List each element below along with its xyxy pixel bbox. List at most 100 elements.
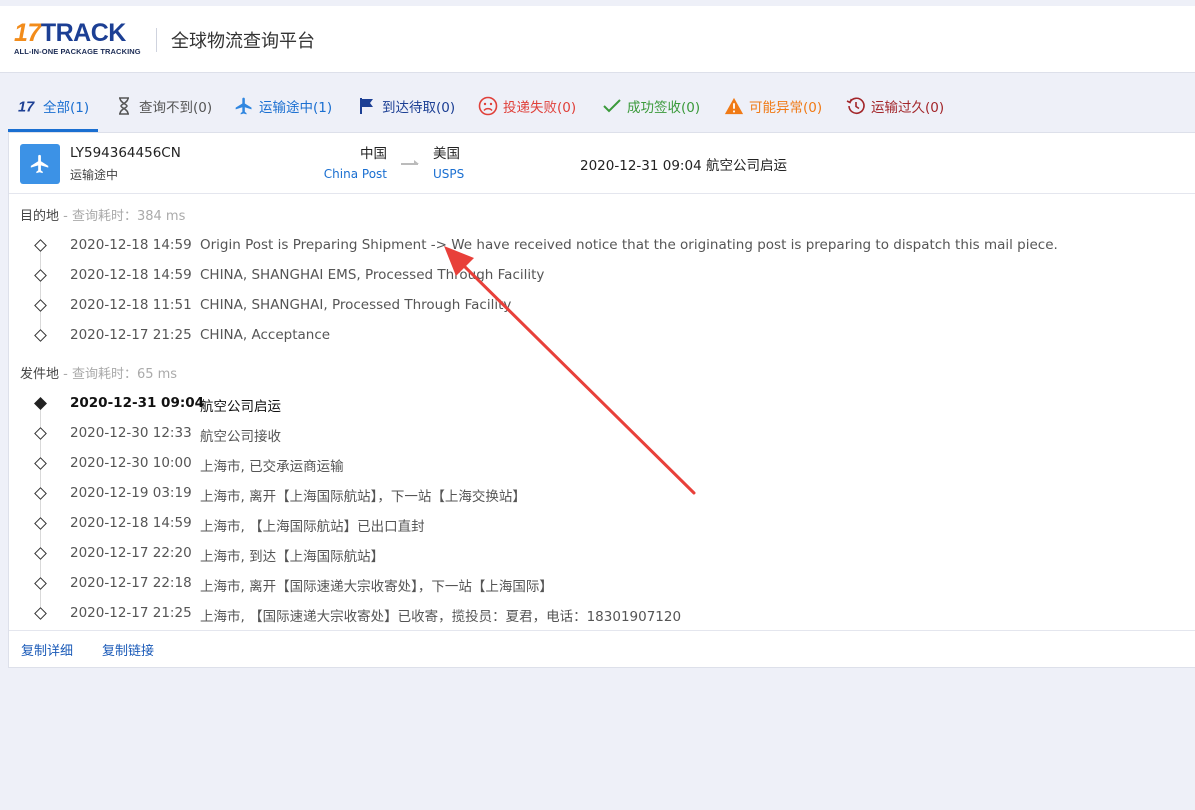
destination-section-label: 目的地 - 查询耗时：384 ms [20,205,185,224]
tab-label: 查询不到(0) [139,100,213,116]
timeline-dot-icon [34,517,47,530]
origin-section-label: 发件地 - 查询耗时：65 ms [20,363,177,382]
top-header: 17TRACK ALL-IN-ONE PACKAGE TRACKING 全球物流… [0,6,1195,73]
route-arrow-icon [401,155,421,169]
section-title: 目的地 [20,209,60,224]
tab-not-found[interactable]: 查询不到(0) [114,80,212,132]
logo-17: 17 [14,19,41,47]
checkmark-icon [602,96,622,116]
event-time: 2020-12-30 12:33 [70,425,192,441]
timeline-dot-icon [34,329,47,342]
page-title: 全球物流查询平台 [171,31,315,52]
tab-label: 全部(1) [43,100,90,116]
timeline-event: 2020-12-17 21:25 上海市, 【国际速递大宗收寄处】已收寄，揽投员：… [9,599,1195,629]
17track-logo[interactable]: 17TRACK ALL-IN-ONE PACKAGE TRACKING [14,20,144,60]
flag-icon [357,96,377,116]
origin-carrier-link[interactable]: China Post [323,166,387,182]
timeline-event: 2020-12-18 11:51 CHINA, SHANGHAI, Process… [9,291,1195,321]
timeline-dot-icon [34,239,47,252]
event-time: 2020-12-18 14:59 [70,267,192,283]
event-description: 上海市, 离开【国际速递大宗收寄处】，下一站【上海国际】 [200,579,553,595]
timeline-dot-icon [34,299,47,312]
hourglass-icon [114,96,134,116]
tracking-card: LY594364456CN 运输途中 中国 China Post 美国 USPS… [8,132,1195,668]
tab-label: 投递失败(0) [503,100,577,116]
event-description: 上海市, 【上海国际航站】已出口直封 [200,519,425,535]
tab-exception[interactable]: 可能异常(0) [724,80,822,132]
event-time: 2020-12-18 11:51 [70,297,192,313]
timeline-dot-icon [34,427,47,440]
tab-delivered[interactable]: 成功签收(0) [602,80,700,132]
tab-label: 运输途中(1) [259,100,333,116]
latest-event: 2020-12-31 09:04 航空公司启运 [580,158,787,174]
event-description: CHINA, SHANGHAI EMS, Processed Through F… [200,267,545,283]
tab-all[interactable]: 17 全部(1) [18,80,89,132]
tracking-number[interactable]: LY594364456CN [70,145,181,161]
copy-link-link[interactable]: 复制链接 [102,640,154,659]
timeline-event: 2020-12-30 12:33 航空公司接收 [9,419,1195,449]
tab-pickup[interactable]: 到达待取(0) [357,80,455,132]
timeline-dot-icon [34,487,47,500]
timeline-dot-icon [34,457,47,470]
sad-face-icon [478,96,498,116]
tab-failed[interactable]: 投递失败(0) [478,80,576,132]
event-time: 2020-12-17 22:20 [70,545,192,561]
timeline-event: 2020-12-18 14:59 上海市, 【上海国际航站】已出口直封 [9,509,1195,539]
event-time: 2020-12-31 09:04 [70,395,205,411]
origin-country: 中国 [360,146,387,162]
event-description: Origin Post is Preparing Shipment -> We … [200,237,1058,253]
shipment-status: 运输途中 [70,168,119,182]
tab-expired[interactable]: 运输过久(0) [846,80,944,132]
destination-carrier-link[interactable]: USPS [433,166,513,182]
destination-country: 美国 [433,146,460,162]
timeline-event: 2020-12-17 22:20 上海市, 到达【上海国际航站】 [9,539,1195,569]
17track-logo-icon: 17 [18,96,38,116]
event-time: 2020-12-18 14:59 [70,237,192,253]
warning-icon [724,96,744,116]
timeline-dot-icon [34,577,47,590]
timeline-event: 2020-12-19 03:19 上海市, 离开【上海国际航站】，下一站【上海交换… [9,479,1195,509]
query-time: - 查询耗时：384 ms [59,209,186,224]
section-title: 发件地 [20,367,60,382]
event-time: 2020-12-19 03:19 [70,485,192,501]
event-description: 上海市, 已交承运商运输 [200,459,344,475]
tab-label: 成功签收(0) [627,100,701,116]
event-time: 2020-12-17 21:25 [70,327,192,343]
timeline-event: 2020-12-31 09:04 航空公司启运 [9,389,1195,419]
event-description: CHINA, Acceptance [200,327,331,343]
tab-label: 到达待取(0) [382,100,456,116]
logo-track: TRACK [40,19,127,47]
query-time: - 查询耗时：65 ms [59,367,178,382]
copy-details-link[interactable]: 复制详细 [21,640,73,659]
event-time: 2020-12-18 14:59 [70,515,192,531]
event-description: CHINA, SHANGHAI, Processed Through Facil… [200,297,512,313]
timeline-dot-icon [34,607,47,620]
tab-in-transit[interactable]: 运输途中(1) [234,80,332,132]
event-time: 2020-12-30 10:00 [70,455,192,471]
logo-wordmark: 17TRACK [14,20,126,46]
airplane-icon [234,96,254,116]
airplane-icon [20,144,60,184]
tab-label: 可能异常(0) [749,100,823,116]
history-clock-icon [846,96,866,116]
event-time: 2020-12-17 21:25 [70,605,192,621]
svg-text:17: 17 [18,99,35,114]
timeline-event: 2020-12-17 22:18 上海市, 离开【国际速递大宗收寄处】，下一站【上… [9,569,1195,599]
event-description: 上海市, 离开【上海国际航站】，下一站【上海交换站】 [200,489,526,505]
timeline-dot-icon [34,547,47,560]
shipment-summary[interactable]: LY594364456CN 运输途中 中国 China Post 美国 USPS… [9,133,1195,194]
tab-label: 运输过久(0) [871,100,945,116]
timeline-event: 2020-12-18 14:59 Origin Post is Preparing… [9,231,1195,261]
timeline-dot-icon [34,269,47,282]
timeline-dot-icon [34,397,47,410]
event-description: 上海市, 到达【上海国际航站】 [200,549,385,565]
origin-info: 中国 China Post [323,146,387,182]
event-description: 上海市, 【国际速递大宗收寄处】已收寄，揽投员：夏君，电话：1830190712… [200,609,682,625]
event-description: 航空公司启运 [200,399,281,415]
event-time: 2020-12-17 22:18 [70,575,192,591]
timeline-event: 2020-12-18 14:59 CHINA, SHANGHAI EMS, Pro… [9,261,1195,291]
header-divider [156,28,157,52]
destination-info: 美国 USPS [433,146,513,182]
event-description: 航空公司接收 [200,429,281,445]
card-footer: 复制详细 复制链接 [9,630,1195,667]
